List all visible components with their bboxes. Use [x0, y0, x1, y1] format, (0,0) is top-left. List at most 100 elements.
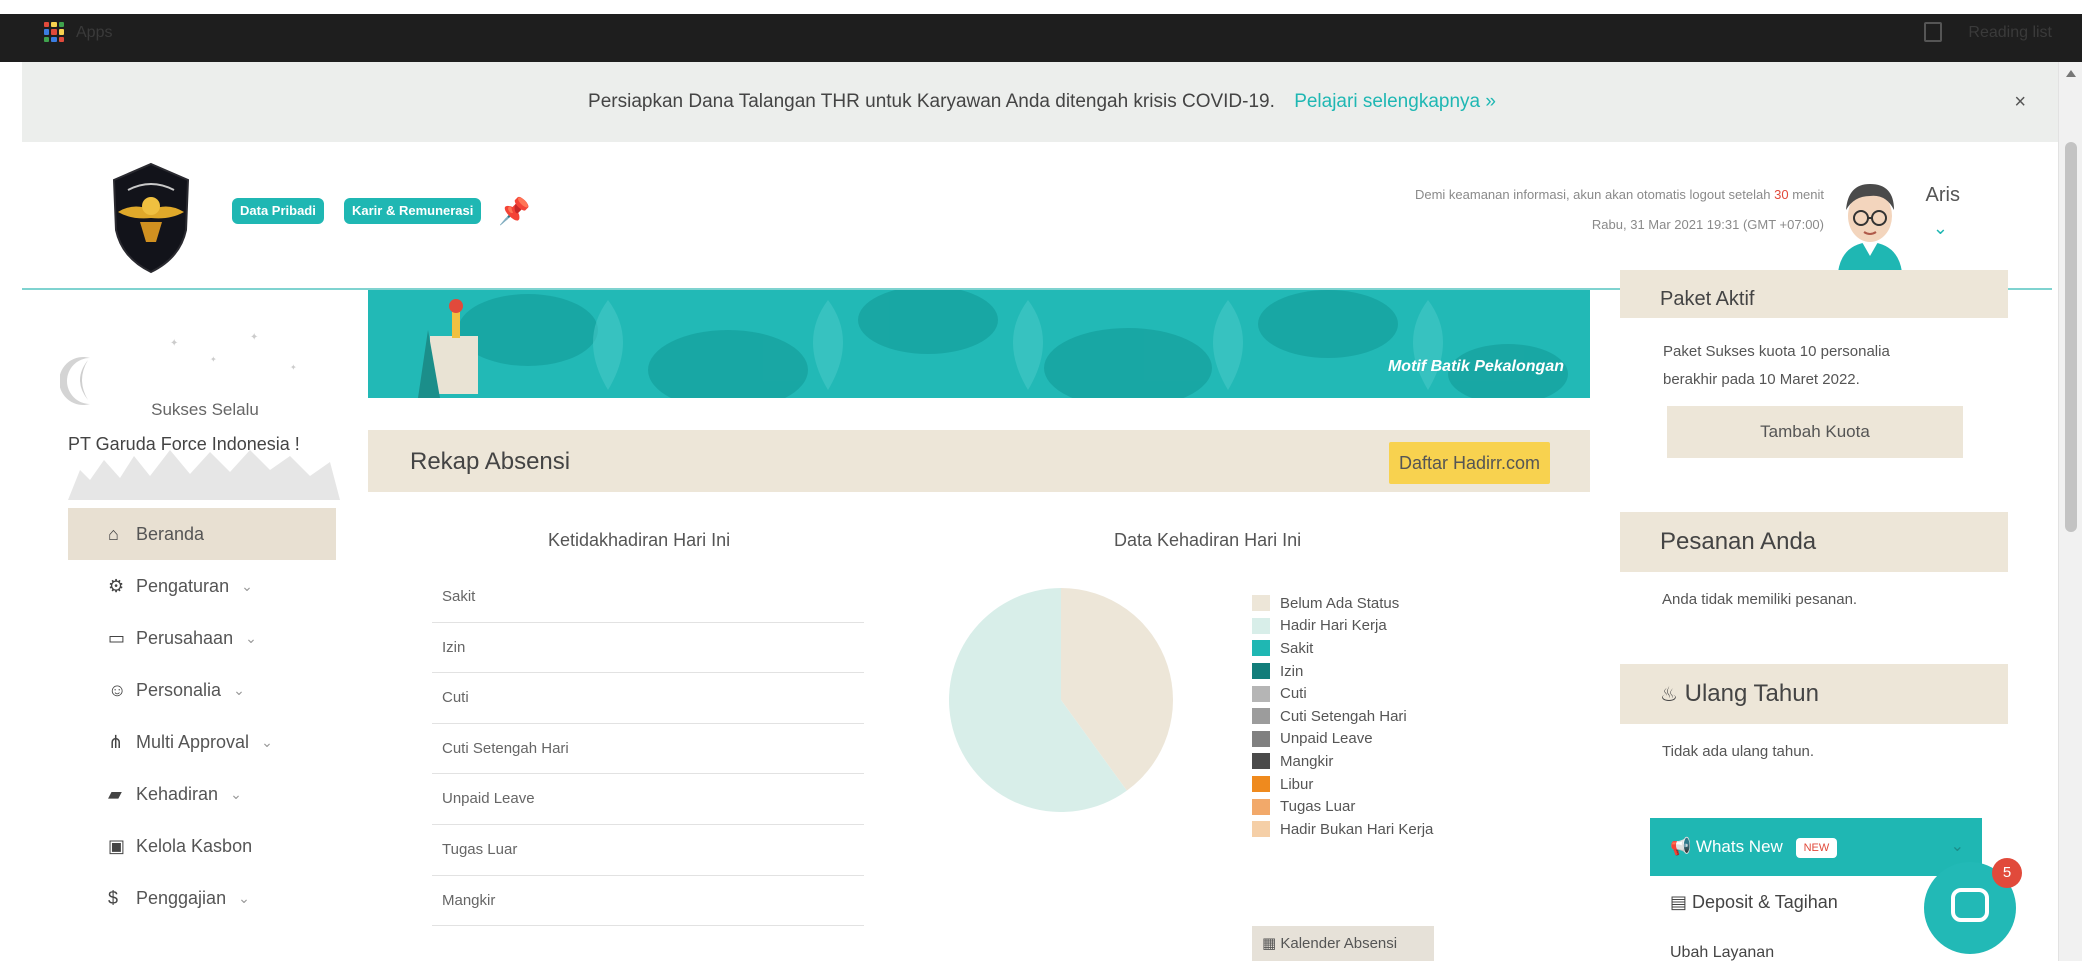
legend-label: Hadir Bukan Hari Kerja: [1280, 820, 1434, 838]
scroll-up-icon[interactable]: [2066, 70, 2076, 77]
apps-link[interactable]: Apps: [76, 24, 112, 42]
sidebar-item-label: Multi Approval: [136, 732, 250, 752]
tambah-kuota-button[interactable]: Tambah Kuota: [1667, 406, 1963, 458]
sidebar-item-label: Penggajian: [136, 888, 227, 908]
invoice-icon: ▤: [1670, 892, 1688, 912]
legend-swatch: [1252, 617, 1270, 634]
learn-more-link[interactable]: Pelajari selengkapnya »: [1294, 91, 1496, 112]
attendance-legend: Belum Ada Status Hadir Hari Kerja Sakit Izi…: [1252, 592, 1433, 841]
legend-label: Tugas Luar: [1280, 798, 1356, 816]
paket-aktif-text: Paket Sukses kuota 10 personalia berakhi…: [1663, 338, 1890, 394]
current-datetime: Rabu, 31 Mar 2021 19:31 (GMT +07:00): [1591, 217, 1824, 232]
ubah-layanan-label: Ubah Layanan: [1670, 944, 1775, 961]
ulang-tahun-title: Ulang Tahun: [1684, 680, 1819, 707]
security-note-unit: menit: [1792, 187, 1824, 202]
sidebar-item-kelola-kasbon[interactable]: ▣ Kelola Kasbon: [68, 820, 336, 872]
new-badge: NEW: [1795, 837, 1838, 858]
reading-list-icon[interactable]: [1924, 22, 1942, 42]
sidebar-nav: ⌂ Beranda ⚙ Pengaturan ⌄ ▭ Perusahaan ⌄ ☺ Persona…: [68, 508, 336, 924]
legend-swatch: [1252, 776, 1270, 793]
logout-minutes: 30: [1774, 187, 1789, 202]
security-note: Demi keamanan informasi, akun akan otoma…: [1415, 180, 1824, 240]
id-card-icon: ▣: [108, 836, 126, 856]
legend-swatch: [1252, 708, 1270, 725]
deposit-tagihan-link[interactable]: ▤ Deposit & Tagihan: [1670, 892, 1838, 913]
user-avatar[interactable]: [1828, 172, 1912, 272]
username-label[interactable]: Aris: [1926, 184, 1960, 207]
chevron-down-icon: ⌄: [238, 890, 250, 906]
sidebar-item-personalia[interactable]: ☺ Personalia ⌄: [68, 664, 336, 716]
calendar-icon: ▦: [1262, 935, 1277, 952]
whats-new-menu[interactable]: 📢 Whats New NEW ⌄: [1650, 818, 1982, 876]
sidebar-item-pengaturan[interactable]: ⚙ Pengaturan ⌄: [68, 560, 336, 612]
legend-item: Belum Ada Status: [1252, 592, 1433, 615]
pin-icon[interactable]: 📌: [498, 196, 530, 227]
legend-swatch: [1252, 663, 1270, 680]
absent-row: Sakit: [432, 572, 864, 623]
legend-item: Sakit: [1252, 637, 1433, 660]
ulang-tahun-text: Tidak ada ulang tahun.: [1620, 724, 2008, 784]
apps-grid-icon[interactable]: [44, 22, 64, 42]
attendance-pie-chart: [949, 588, 1173, 812]
sidebar-item-perusahaan[interactable]: ▭ Perusahaan ⌄: [68, 612, 336, 664]
sidebar-item-label: Kelola Kasbon: [136, 836, 253, 856]
browser-bookmarks-bar: Apps Reading list: [0, 0, 2082, 62]
announcement-bar: Persiapkan Dana Talangan THR untuk Karya…: [22, 62, 2062, 142]
company-logo: [112, 162, 190, 274]
legend-item: Unpaid Leave: [1252, 728, 1433, 751]
sidebar-item-label: Pengaturan: [136, 576, 230, 596]
sidebar-item-label: Personalia: [136, 680, 222, 700]
legend-label: Libur: [1280, 775, 1314, 793]
deposit-tagihan-label: Deposit & Tagihan: [1692, 892, 1838, 912]
legend-item: Libur: [1252, 773, 1433, 796]
legend-item: Cuti: [1252, 682, 1433, 705]
legend-item: Hadir Hari Kerja: [1252, 615, 1433, 638]
folder-icon: ▭: [108, 628, 126, 648]
home-icon: ⌂: [108, 524, 119, 544]
gears-icon: ⚙: [108, 576, 125, 596]
absent-row: Unpaid Leave: [432, 774, 864, 825]
sidebar-item-penggajian[interactable]: $ Penggajian ⌄: [68, 872, 336, 924]
sidebar-item-kehadiran[interactable]: ▰ Kehadiran ⌄: [68, 768, 336, 820]
svg-text:✦: ✦: [210, 355, 217, 364]
absent-today-list: Sakit Izin Cuti Cuti Setengah Hari Unpaid Le…: [432, 572, 864, 927]
legend-item: Hadir Bukan Hari Kerja: [1252, 818, 1433, 841]
legend-item: Cuti Setengah Hari: [1252, 705, 1433, 728]
ubah-layanan-link[interactable]: Ubah Layanan: [1670, 944, 1774, 961]
chevron-down-icon: ⌄: [261, 734, 273, 750]
kalender-absensi-button[interactable]: ▦ Kalender Absensi: [1252, 926, 1434, 961]
tag-data-pribadi[interactable]: Data Pribadi: [232, 198, 324, 224]
legend-item: Izin: [1252, 660, 1433, 683]
legend-label: Cuti: [1280, 685, 1307, 703]
announcement-text: Persiapkan Dana Talangan THR untuk Karya…: [588, 91, 1275, 112]
rekap-absensi-title: Rekap Absensi: [410, 448, 571, 475]
legend-swatch: [1252, 730, 1270, 747]
security-note-text: Demi keamanan informasi, akun akan otoma…: [1414, 187, 1771, 202]
ulang-tahun-header: ♨ Ulang Tahun: [1620, 664, 2008, 724]
daftar-hadirr-button[interactable]: Daftar Hadirr.com: [1388, 442, 1550, 484]
legend-label: Sakit: [1280, 639, 1314, 657]
legend-label: Mangkir: [1280, 752, 1334, 770]
batik-pattern: [418, 290, 1568, 398]
attendance-chart-title: Data Kehadiran Hari Ini: [1114, 530, 1302, 550]
chevron-down-icon: ⌄: [233, 682, 245, 698]
batik-banner: Motif Batik Pekalongan: [368, 290, 1590, 398]
sidebar-item-multi-approval[interactable]: ⋔ Multi Approval ⌄: [68, 716, 336, 768]
tag-karir-remunerasi[interactable]: Karir & Remunerasi: [344, 198, 482, 224]
user-menu-chevron-icon[interactable]: ⌄: [1933, 218, 1948, 239]
page-scrollbar[interactable]: [2058, 62, 2082, 961]
reading-list-link[interactable]: Reading list: [1968, 24, 2052, 42]
scrollbar-thumb[interactable]: [2065, 142, 2077, 532]
sidebar-item-beranda[interactable]: ⌂ Beranda: [68, 508, 336, 560]
sidebar-item-label: Kehadiran: [136, 784, 219, 804]
paket-aktif-header: Paket Aktif: [1620, 270, 2008, 318]
svg-text:✦: ✦: [250, 332, 258, 343]
banner-caption: Motif Batik Pekalongan: [1387, 358, 1564, 375]
legend-swatch: [1252, 640, 1270, 657]
absent-row: Cuti: [432, 673, 864, 724]
close-announcement-button[interactable]: ×: [2014, 62, 2026, 142]
chevron-down-icon: ⌄: [230, 786, 242, 802]
megaphone-icon: 📢: [1670, 837, 1692, 856]
legend-label: Belum Ada Status: [1280, 594, 1400, 612]
paket-line-2: berakhir pada 10 Maret 2022.: [1663, 371, 1860, 388]
